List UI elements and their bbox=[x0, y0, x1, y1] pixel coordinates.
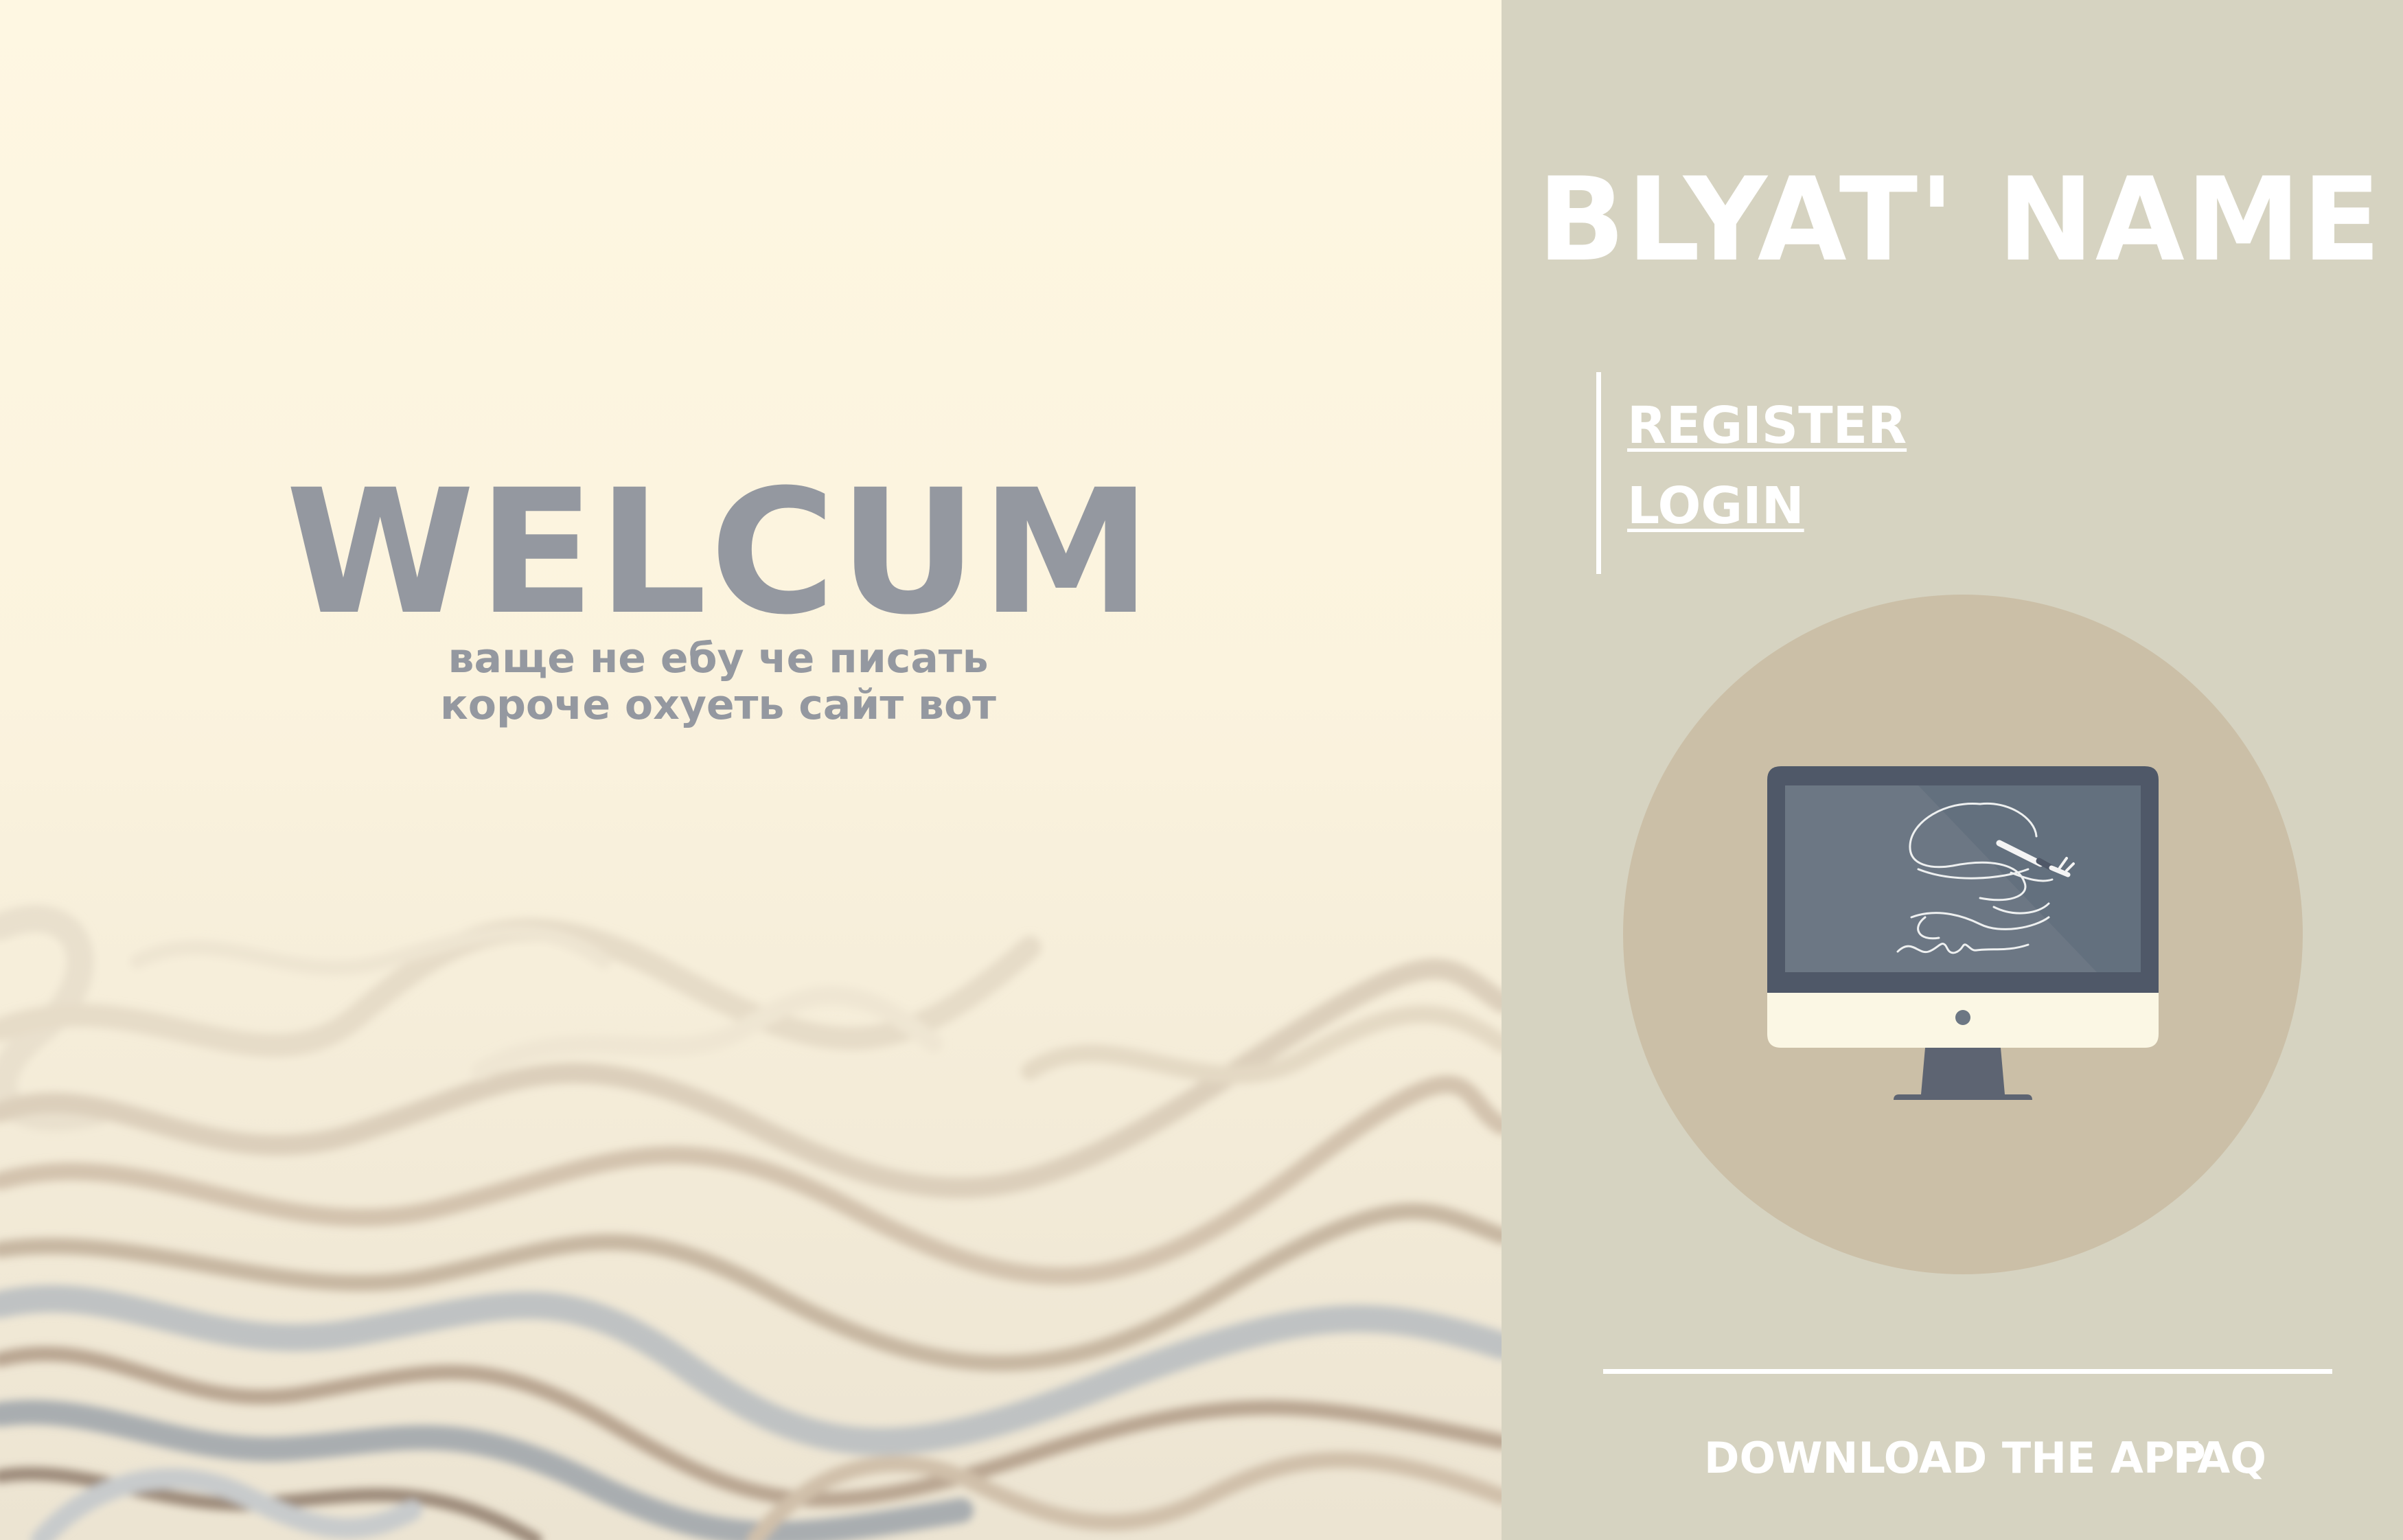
footer-divider bbox=[1603, 1369, 2332, 1374]
hero-panel: WELCUM ваще не ебу че писать короче охуе… bbox=[0, 0, 1502, 1540]
faq-link[interactable]: FAQ bbox=[2173, 1431, 2266, 1486]
download-app-link[interactable]: DOWNLOAD THE APP bbox=[1704, 1431, 2206, 1486]
hero-subtitle-line-2: короче охуеть сайт вот bbox=[440, 681, 996, 729]
hero-subtitle-line-1: ваще не ебу че писать bbox=[448, 634, 989, 682]
monitor-with-signature-icon bbox=[1623, 595, 2303, 1274]
login-link[interactable]: LOGIN bbox=[1627, 475, 1804, 537]
nav-divider bbox=[1596, 372, 1601, 574]
brand-title: BLYAT' NAME bbox=[1537, 152, 2382, 287]
hero-title: WELCUM bbox=[285, 452, 1155, 652]
register-link[interactable]: REGISTER bbox=[1627, 395, 1907, 457]
marble-background bbox=[0, 0, 1502, 1540]
page: WELCUM ваще не ебу че писать короче охуе… bbox=[0, 0, 2403, 1540]
sidebar: BLYAT' NAME REGISTER LOGIN DOWNLOAD THE … bbox=[1502, 0, 2403, 1540]
